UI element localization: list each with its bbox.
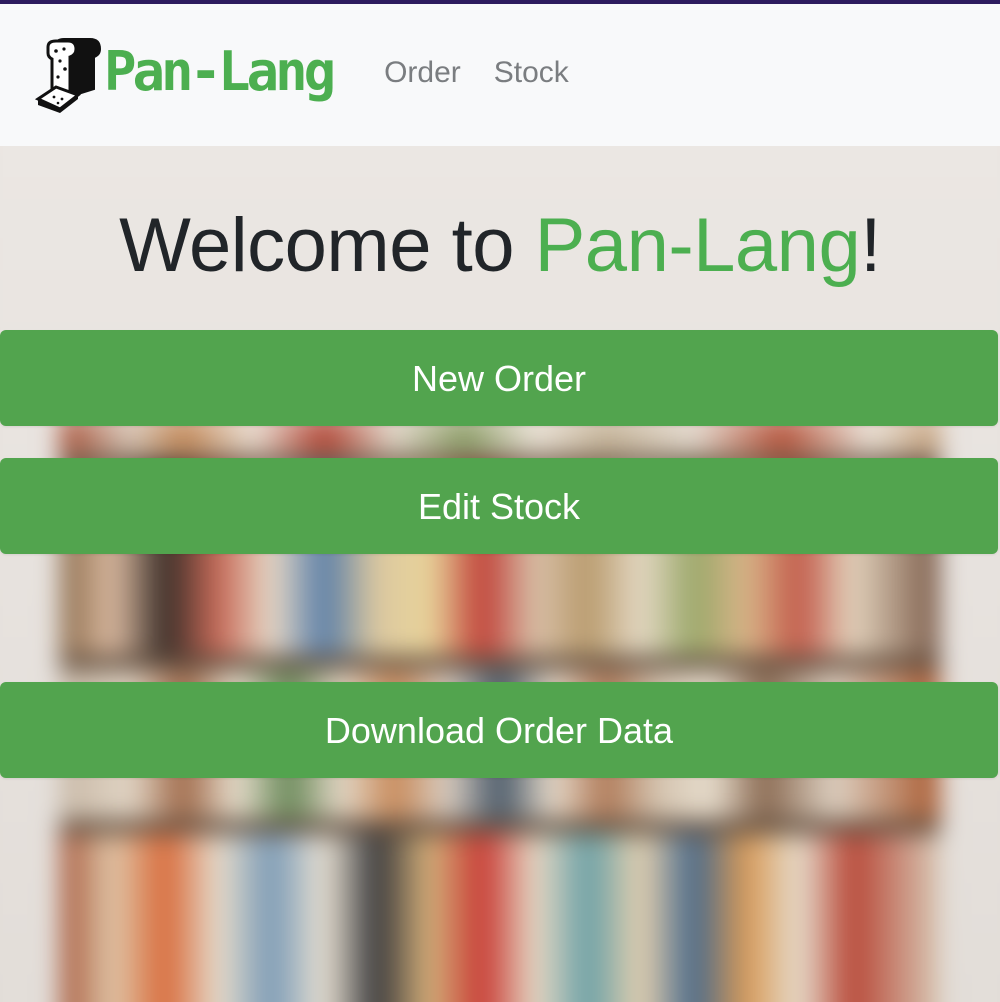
nav-links: Order Stock (384, 56, 602, 90)
brand-link[interactable]: Pan-Lang (34, 37, 336, 113)
welcome-suffix: ! (860, 203, 881, 288)
navbar: Pan-Lang Order Stock (0, 4, 1000, 146)
download-order-data-button[interactable]: Download Order Data (0, 682, 998, 778)
nav-link-stock[interactable]: Stock (494, 56, 569, 90)
edit-stock-button[interactable]: Edit Stock (0, 458, 998, 554)
brand-name: Pan-Lang (104, 39, 336, 103)
welcome-prefix: Welcome to (119, 203, 535, 288)
welcome-brand: Pan-Lang (534, 203, 861, 288)
nav-link-order[interactable]: Order (384, 56, 461, 90)
welcome-heading: Welcome to Pan-Lang! (0, 202, 1000, 289)
hero-section: Welcome to Pan-Lang! New Order Edit Stoc… (0, 146, 1000, 1002)
new-order-button[interactable]: New Order (0, 330, 998, 426)
page: Pan-Lang Order Stock Welcome to Pan-Lang… (0, 0, 1000, 1002)
bread-slice-icon (34, 38, 102, 113)
